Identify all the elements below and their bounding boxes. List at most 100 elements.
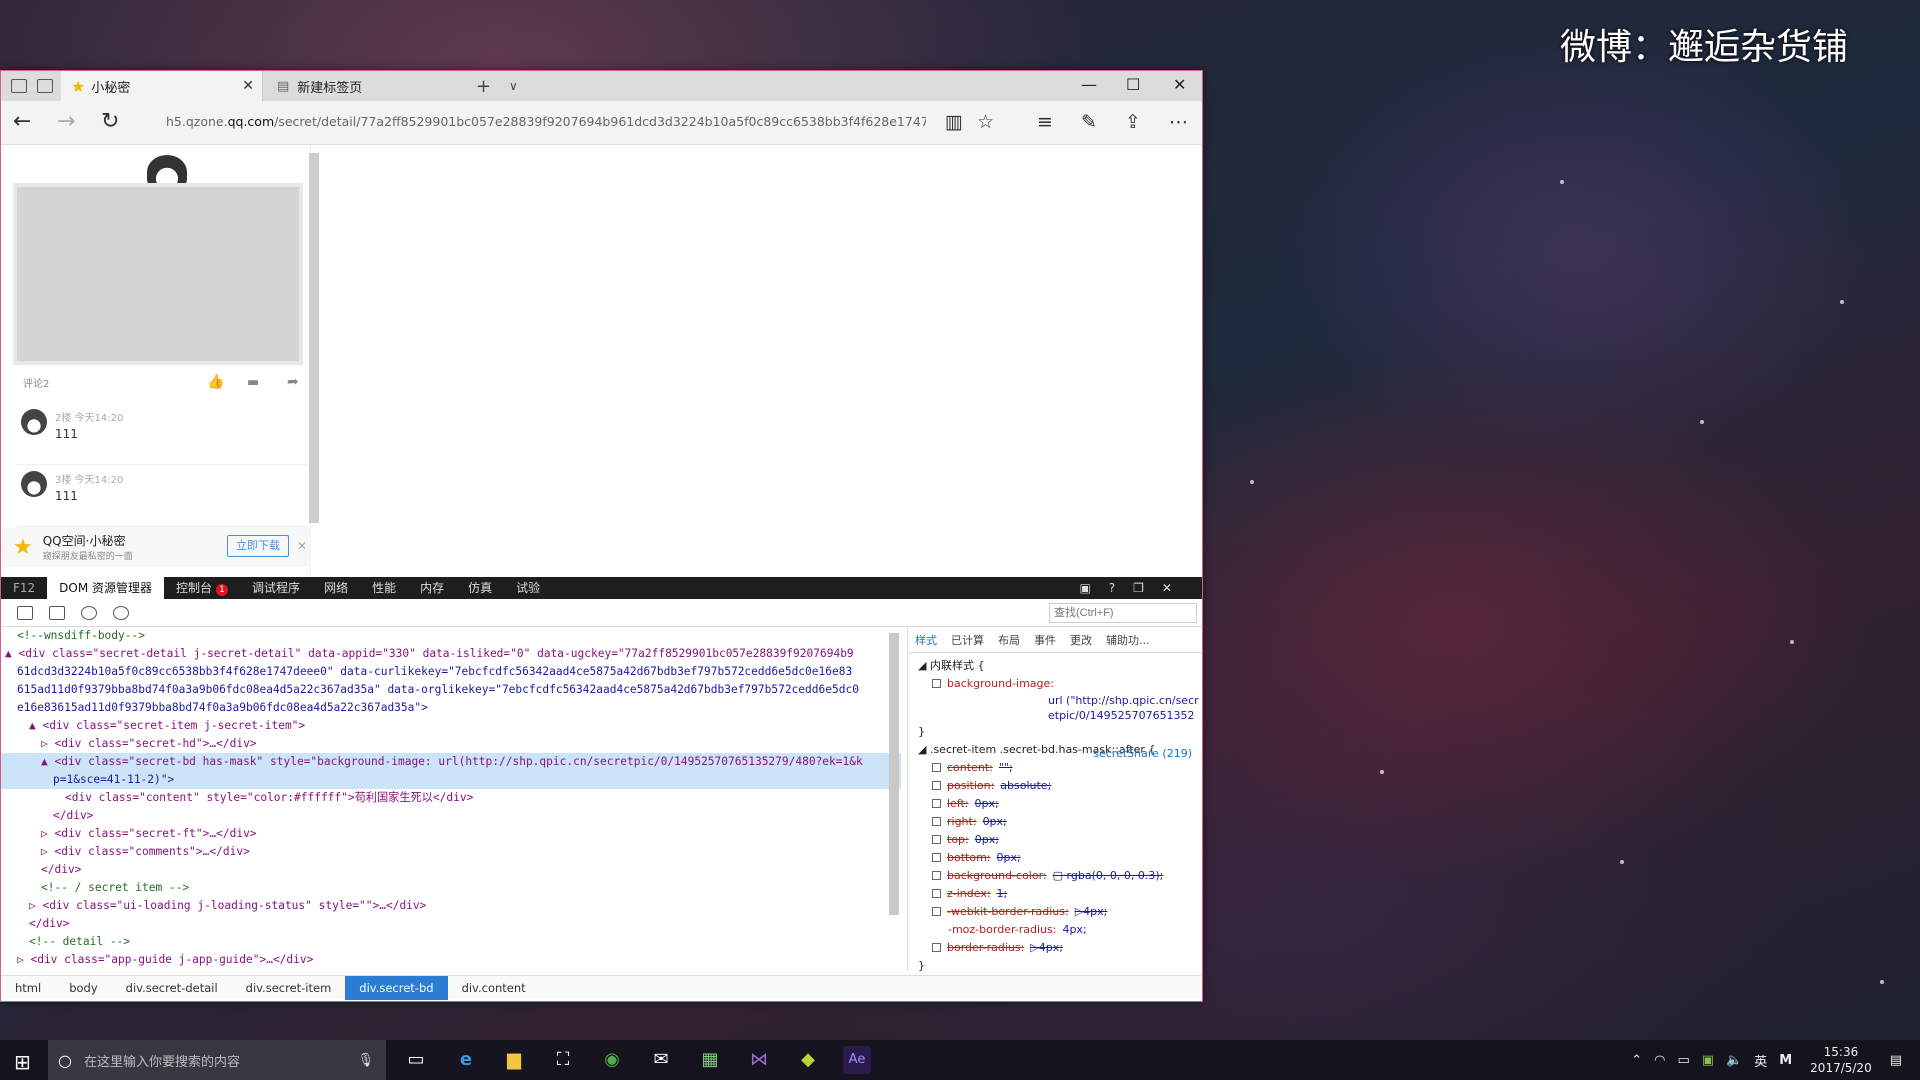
checkbox[interactable]	[932, 889, 941, 898]
style-declaration[interactable]: position: absolute;	[918, 777, 1192, 795]
style-declaration[interactable]: background-image:	[918, 675, 1192, 693]
volume-icon[interactable]: 🔈	[1726, 1053, 1742, 1068]
checkbox[interactable]	[932, 781, 941, 790]
clock[interactable]: 15:36 2017/5/20	[1810, 1044, 1872, 1076]
checkbox[interactable]	[932, 817, 941, 826]
dom-node-line[interactable]: <!--wnsdiff-body-->	[1, 627, 901, 645]
dom-node-line[interactable]: </div>	[1, 861, 901, 879]
hub-icon[interactable]: ≡	[1037, 111, 1053, 133]
reading-view-icon[interactable]: ▥	[945, 111, 963, 133]
tab-console[interactable]: 控制台 1	[164, 577, 240, 599]
favorite-star-icon[interactable]: ☆	[977, 111, 994, 133]
app-tray-icon[interactable]: ▣	[1702, 1053, 1714, 1068]
store-icon[interactable]: ⛶	[549, 1046, 577, 1074]
tab-accessibility[interactable]: 辅助功...	[1099, 632, 1157, 648]
style-declaration[interactable]: left: 0px;	[918, 795, 1192, 813]
edge-icon[interactable]: e	[452, 1046, 480, 1074]
tab-preview-icon[interactable]	[37, 79, 53, 93]
network-icon[interactable]: ◠	[1654, 1053, 1665, 1068]
dom-node-line[interactable]: ▷ <div class="secret-hd">…</div>	[1, 735, 901, 753]
refresh-icon[interactable]	[81, 605, 97, 620]
microphone-icon[interactable]: 🎙	[357, 1053, 374, 1068]
comment-count[interactable]: 评论2	[23, 375, 49, 390]
comment-icon[interactable]: ▬	[247, 375, 259, 390]
dom-node-line[interactable]: </div>	[1, 807, 901, 825]
dom-node-line[interactable]: <!-- detail -->	[1, 933, 901, 951]
tab-computed[interactable]: 已计算	[944, 632, 991, 648]
tab-set-aside-icon[interactable]	[11, 79, 27, 93]
checkbox[interactable]	[932, 763, 941, 772]
dom-node-line[interactable]: ▲ <div class="secret-bd has-mask" style=…	[1, 753, 901, 771]
breadcrumb-item[interactable]: div.secret-item	[232, 976, 346, 1000]
dom-node-line[interactable]: p=1&sce=41-11-2)">	[1, 771, 901, 789]
mail-icon[interactable]: ✉	[647, 1046, 675, 1074]
windows-start-icon[interactable]: ⊞	[14, 1050, 31, 1074]
dom-node-line[interactable]: e16e83615ad11d0f9379bba8bd74f0a3a9b06fdc…	[1, 699, 901, 717]
tab-debugger[interactable]: 调试程序	[240, 577, 312, 599]
style-declaration[interactable]: -moz-border-radius: 4px;	[918, 921, 1192, 939]
maximize-button[interactable]: ☐	[1126, 75, 1140, 94]
find-input[interactable]	[1049, 603, 1197, 623]
word-wrap-icon[interactable]	[113, 605, 129, 620]
dom-node-line[interactable]: 615ad11d0f9379bba8bd74f0a3a9b06fdc08ea4d…	[1, 681, 901, 699]
visual-studio-icon[interactable]: ⋈	[745, 1046, 773, 1074]
dom-node-line[interactable]: </div>	[1, 915, 901, 933]
minimize-button[interactable]: —	[1081, 75, 1097, 94]
sublime-icon[interactable]: ◆	[794, 1046, 822, 1074]
notification-icon[interactable]: ▤	[1890, 1053, 1902, 1068]
tab-changes[interactable]: 更改	[1063, 632, 1099, 648]
select-element-icon[interactable]	[17, 605, 33, 620]
chrome-icon[interactable]: ◉	[598, 1046, 626, 1074]
close-tab-icon[interactable]: ✕	[242, 78, 254, 94]
web-note-icon[interactable]: ✎	[1081, 111, 1097, 133]
style-declaration[interactable]: -webkit-border-radius: ▷4px;	[918, 903, 1192, 921]
task-view-icon[interactable]: ▭	[402, 1046, 430, 1074]
scrollbar[interactable]	[889, 633, 899, 915]
dom-node-line[interactable]: 61dcd3d3224b10a5f0c89cc6538bb3f4f628e174…	[1, 663, 901, 681]
tab-secret[interactable]: ★ 小秘密 ✕	[61, 71, 263, 101]
tab-dom-explorer[interactable]: DOM 资源管理器	[47, 577, 165, 599]
new-tab-button[interactable]: +	[476, 76, 491, 97]
tab-experiments[interactable]: 试验	[504, 577, 552, 599]
share-arrow-icon[interactable]: ➦	[287, 374, 299, 390]
dom-node-line[interactable]: ▲ <div class="secret-detail j-secret-det…	[1, 645, 901, 663]
ime-mode-icon[interactable]: M	[1779, 1053, 1792, 1068]
tab-network[interactable]: 网络	[312, 577, 360, 599]
dom-node-line[interactable]: <div class="content" style="color:#fffff…	[1, 789, 901, 807]
url-field[interactable]: h5.qzone.qq.com/secret/detail/77a2ff8529…	[166, 114, 926, 129]
breadcrumb-item[interactable]: div.secret-bd	[345, 975, 448, 1000]
file-explorer-icon[interactable]: ▆	[500, 1046, 528, 1074]
checkbox[interactable]	[932, 853, 941, 862]
tab-events[interactable]: 事件	[1027, 632, 1063, 648]
dom-node-line[interactable]: ▷ <div class="app-guide j-app-guide">…</…	[1, 951, 901, 969]
style-declaration[interactable]: z-index: 1;	[918, 885, 1192, 903]
tab-emulation[interactable]: 仿真	[456, 577, 504, 599]
thumbs-up-icon[interactable]: 👍	[207, 374, 224, 390]
breadcrumb-item[interactable]: div.secret-detail	[112, 976, 232, 1000]
breadcrumb-item[interactable]: html	[1, 976, 55, 1000]
dom-node-line[interactable]: ▲ <div class="secret-item j-secret-item"…	[1, 717, 901, 735]
tab-memory[interactable]: 内存	[408, 577, 456, 599]
close-icon[interactable]: ✕	[297, 539, 307, 553]
share-icon[interactable]: ⇪	[1125, 111, 1141, 133]
checkbox[interactable]	[932, 871, 941, 880]
tab-styles[interactable]: 样式	[908, 632, 944, 648]
search-box[interactable]: ○ 在这里输入你要搜索的内容 🎙	[48, 1040, 386, 1080]
dom-node-line[interactable]: ▷ <div class="comments">…</div>	[1, 843, 901, 861]
photos-icon[interactable]: ▦	[696, 1046, 724, 1074]
checkbox[interactable]	[932, 943, 941, 952]
style-declaration[interactable]: right: 0px;	[918, 813, 1192, 831]
checkbox[interactable]	[932, 907, 941, 916]
style-declaration[interactable]: border-radius: ▷4px;	[918, 939, 1192, 957]
tab-performance[interactable]: 性能	[360, 577, 408, 599]
tab-new-tab[interactable]: ▤ 新建标签页	[265, 71, 465, 101]
battery-icon[interactable]: ▭	[1677, 1053, 1689, 1068]
dom-node-line[interactable]: <!-- / secret item -->	[1, 879, 901, 897]
scrollbar[interactable]	[309, 153, 319, 523]
secret-image-card[interactable]	[13, 183, 303, 365]
rule-source-link[interactable]: secretShare (219)	[1093, 745, 1192, 763]
checkbox[interactable]	[932, 835, 941, 844]
close-window-button[interactable]: ✕	[1173, 75, 1186, 94]
style-declaration[interactable]: bottom: 0px;	[918, 849, 1192, 867]
chevron-down-icon[interactable]: ∨	[509, 79, 518, 93]
